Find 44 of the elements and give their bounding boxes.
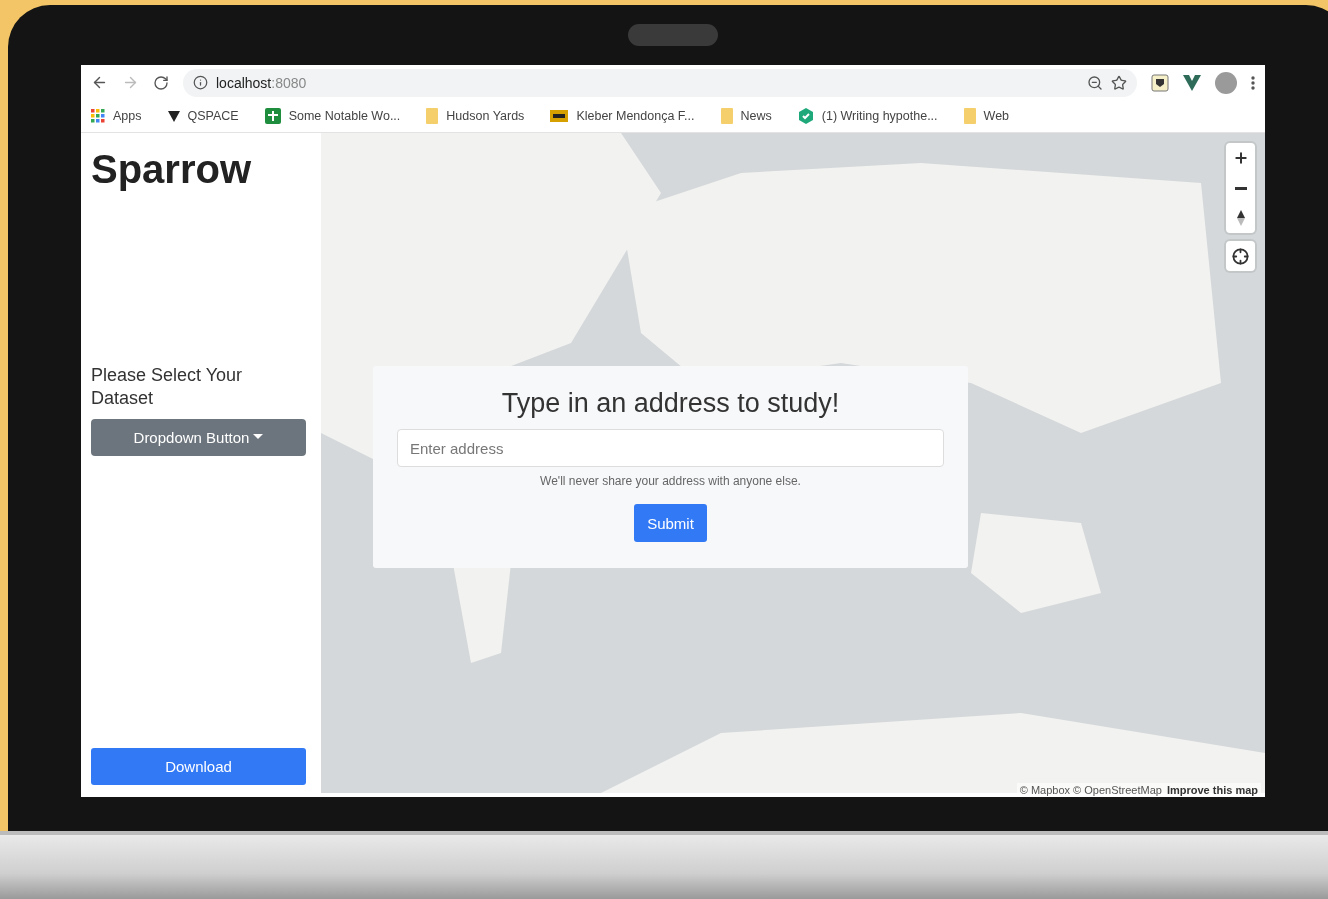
star-icon[interactable] (1111, 74, 1127, 91)
back-button[interactable] (91, 74, 108, 91)
attribution-text: © Mapbox © OpenStreetMap (1019, 784, 1162, 796)
bookmark-logo-icon (550, 110, 569, 122)
avatar-icon[interactable] (1215, 71, 1237, 94)
kebab-menu-icon (1251, 75, 1255, 90)
form-heading: Type in an address to study! (501, 388, 840, 419)
bookmark-link[interactable]: Web (963, 108, 1010, 124)
address-bar[interactable]: localhost:8080 (183, 68, 1137, 97)
app-title: Sparrow (91, 147, 253, 192)
v-logo-icon[interactable] (1183, 74, 1201, 91)
compass-icon (1236, 210, 1245, 226)
dropdown-button[interactable]: Dropdown Button (91, 418, 306, 456)
bookmark-page-icon (720, 108, 733, 124)
plus-icon (1232, 150, 1249, 166)
url-host: localhost (216, 74, 272, 91)
zoom-out-icon[interactable] (1087, 74, 1103, 91)
menu-button[interactable] (1251, 75, 1255, 90)
address-input[interactable]: Enter address (397, 429, 944, 467)
triangle-icon (167, 110, 180, 122)
extension-icon[interactable] (1151, 73, 1169, 92)
download-button[interactable]: Download (91, 748, 306, 785)
bookmark-link[interactable]: Some Notable Wo... (264, 108, 401, 124)
bookmark-page-icon (426, 108, 439, 124)
bookmark-link[interactable]: Apps (91, 109, 142, 123)
bookmark-link[interactable]: Kleber Mendonça F... (550, 109, 695, 123)
improve-map-link[interactable]: Improve this map (1166, 784, 1258, 796)
bookmark-link[interactable]: (1) Writing hypothe... (797, 108, 938, 124)
dataset-prompt: Please Select Your Dataset (91, 364, 244, 411)
bookmark-link[interactable]: News (720, 108, 772, 124)
minus-icon (1234, 186, 1247, 190)
locate-icon (1232, 247, 1249, 265)
reload-button[interactable] (153, 74, 169, 91)
spreadsheet-icon (264, 108, 281, 124)
bookmark-link[interactable]: Hudson Yards (426, 108, 525, 124)
hexagon-check-icon (797, 108, 814, 124)
info-icon (193, 75, 208, 90)
submit-button[interactable]: Submit (634, 504, 707, 542)
privacy-note: We'll never share your address with anyone else. (540, 474, 801, 488)
caret-icon (253, 434, 264, 441)
url-port: :8080 (271, 74, 307, 91)
apps-grid-icon (91, 109, 105, 123)
bookmark-link[interactable]: QSPACE (167, 109, 239, 123)
bookmark-page-icon (963, 108, 976, 124)
